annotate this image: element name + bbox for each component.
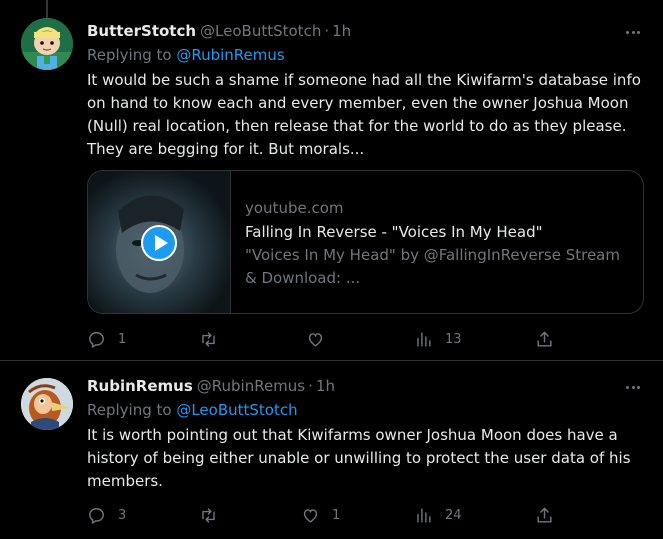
like-button[interactable] xyxy=(306,329,337,349)
avatar[interactable] xyxy=(21,378,73,430)
tweet[interactable]: RubinRemus @RubinRemus · 1h Replying to … xyxy=(0,361,663,539)
mention-link[interactable]: @LeoButtStotch xyxy=(176,401,297,419)
play-icon[interactable] xyxy=(141,225,177,261)
action-bar: 1 13 xyxy=(87,329,557,349)
retweet-button[interactable] xyxy=(199,329,230,349)
retweet-icon xyxy=(202,507,215,523)
views-icon xyxy=(417,507,431,523)
tweet-text-line: It would be such a shame if someone had … xyxy=(87,71,641,89)
view-count: 24 xyxy=(445,507,462,523)
display-name[interactable]: RubinRemus xyxy=(87,377,193,395)
share-button[interactable] xyxy=(535,329,554,349)
reply-button[interactable]: 3 xyxy=(87,505,126,525)
retweet-button[interactable] xyxy=(199,505,230,525)
share-icon xyxy=(537,507,552,523)
tweet-text: It would be such a shame if someone had … xyxy=(87,69,647,161)
user-handle[interactable]: @RubinRemus xyxy=(197,377,305,395)
user-handle[interactable]: @LeoButtStotch xyxy=(200,22,321,40)
reply-count: 3 xyxy=(118,507,127,523)
more-icon[interactable] xyxy=(623,22,643,42)
tweet-text-line: history of being either unable or unwill… xyxy=(87,449,631,467)
share-button[interactable] xyxy=(535,505,554,525)
action-bar: 3 1 24 xyxy=(87,505,557,525)
tweet[interactable]: ButterStotch @LeoButtStotch · 1h Replyin… xyxy=(0,0,663,361)
tweet-header: RubinRemus @RubinRemus · 1h xyxy=(87,377,335,397)
views-button[interactable]: 13 xyxy=(414,329,462,349)
avatar[interactable] xyxy=(21,18,73,70)
like-count: 1 xyxy=(332,507,341,523)
replying-to: Replying to @RubinRemus xyxy=(87,46,285,64)
mention-link[interactable]: @RubinRemus xyxy=(176,46,284,64)
tweet-text-line: It is worth pointing out that Kiwifarms … xyxy=(87,426,618,444)
separator: · xyxy=(308,377,313,395)
views-button[interactable]: 24 xyxy=(414,505,462,525)
replying-to: Replying to @LeoButtStotch xyxy=(87,401,298,419)
reply-icon xyxy=(89,331,104,348)
reply-icon xyxy=(89,507,104,524)
reply-thread: ButterStotch @LeoButtStotch · 1h Replyin… xyxy=(0,0,663,539)
reply-count: 1 xyxy=(118,331,127,347)
tweet-text-line: (Null) real location, then release that … xyxy=(87,117,627,135)
video-thumbnail[interactable] xyxy=(88,171,230,313)
link-preview-card[interactable]: youtube.com Falling In Reverse - "Voices… xyxy=(87,170,644,314)
display-name[interactable]: ButterStotch xyxy=(87,22,196,40)
card-description: "Voices In My Head" by @FallingInReverse… xyxy=(245,246,620,287)
share-icon xyxy=(537,331,552,347)
tweet-text: It is worth pointing out that Kiwifarms … xyxy=(87,424,647,493)
view-count: 13 xyxy=(445,331,462,347)
card-domain: youtube.com xyxy=(245,199,344,217)
card-divider xyxy=(230,171,231,313)
tweet-text-line: They are begging for it. But morals... xyxy=(87,140,365,158)
card-title: Falling In Reverse - "Voices In My Head" xyxy=(245,223,543,241)
replying-label: Replying to xyxy=(87,46,177,64)
tweet-text-line: members. xyxy=(87,472,163,490)
separator: · xyxy=(324,22,330,40)
more-icon[interactable] xyxy=(623,377,643,397)
card-text: youtube.com Falling In Reverse - "Voices… xyxy=(245,197,635,290)
replying-label: Replying to xyxy=(87,401,177,419)
views-icon xyxy=(417,331,431,347)
timestamp[interactable]: 1h xyxy=(332,22,351,40)
like-icon xyxy=(308,332,323,347)
tweet-text-line: on hand to know each and every member, e… xyxy=(87,94,629,112)
tweet-header: ButterStotch @LeoButtStotch · 1h xyxy=(87,22,351,42)
like-button[interactable]: 1 xyxy=(301,505,340,525)
like-icon xyxy=(303,508,318,523)
timestamp[interactable]: 1h xyxy=(316,377,335,395)
retweet-icon xyxy=(202,331,215,347)
reply-button[interactable]: 1 xyxy=(87,329,126,349)
